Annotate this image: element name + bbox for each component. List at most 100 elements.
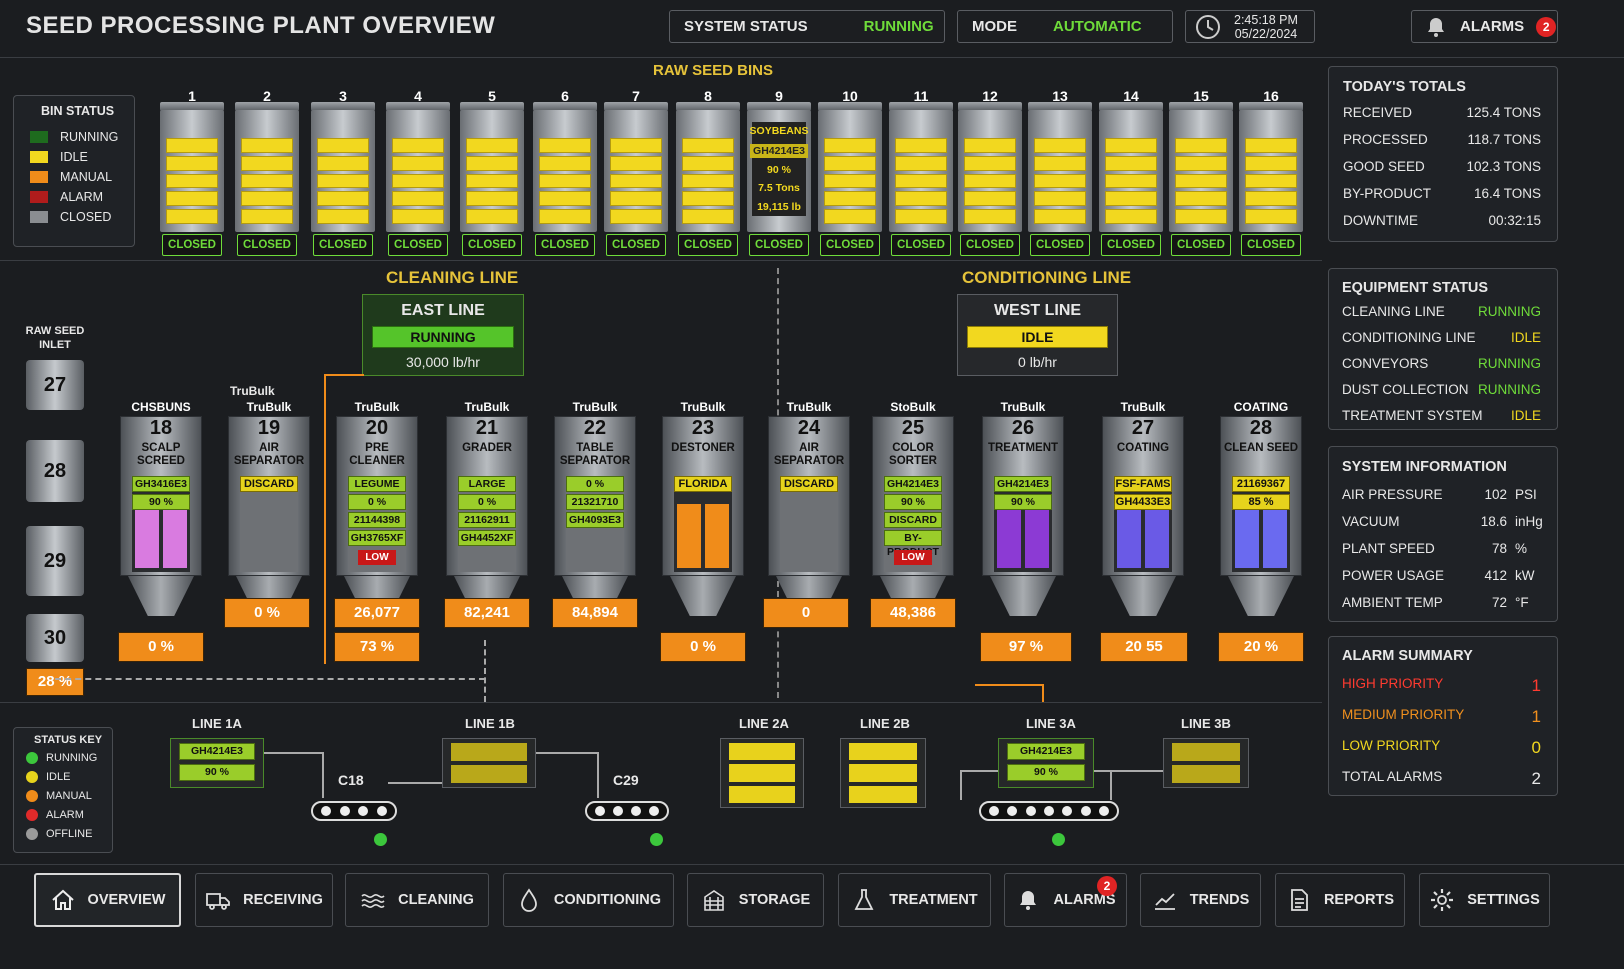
nav-receiving[interactable]: RECEIVING — [195, 873, 333, 927]
raw-seed-bins-title: RAW SEED BINS — [653, 62, 774, 79]
line-1a-box[interactable]: GH4214E3 90 % — [170, 738, 264, 788]
bin-7[interactable]: 7 CLOSED — [602, 88, 670, 256]
inlet-silo-30[interactable]: 30 — [26, 614, 84, 662]
bin-5[interactable]: 5 CLOSED — [458, 88, 526, 256]
machine-23[interactable]: TruBulk 23 DESTONER FLORIDA — [660, 400, 746, 636]
truck-icon — [206, 893, 231, 910]
alarms-header-label: ALARMS — [1460, 18, 1525, 35]
machine-output: 26,077 — [334, 598, 420, 628]
totals-row: DOWNTIME 00:32:15 — [1343, 213, 1541, 228]
bin-9-info: SOYBEANS GH4214E3 90 % 7.5 Tons 19,115 l… — [750, 122, 808, 216]
inlet-silo-27[interactable]: 27 — [26, 360, 84, 410]
nav-overview[interactable]: OVERVIEW — [34, 873, 181, 927]
bin-3[interactable]: 3 CLOSED — [309, 88, 377, 256]
line-1a-label: LINE 1A — [192, 716, 242, 731]
machine-tag: 90 % — [132, 494, 190, 510]
line-3a-box[interactable]: GH4214E3 90 % — [998, 738, 1094, 788]
totals-row: BY-PRODUCT 16.4 TONS — [1343, 186, 1541, 201]
machine-tag: LEGUME — [348, 476, 406, 492]
bin-1[interactable]: 1 CLOSED — [158, 88, 226, 256]
machine-28[interactable]: COATING 28 CLEAN SEED 21169367 85 % — [1218, 400, 1304, 636]
gear-icon — [1431, 889, 1454, 911]
bin-11[interactable]: 11 CLOSED — [887, 88, 955, 256]
bin-fill — [1245, 138, 1297, 224]
machine-tag: 90 % — [884, 494, 942, 510]
machine-tag: BY-PRODUCT — [884, 530, 942, 558]
conveyor-c18[interactable] — [311, 801, 397, 821]
bin-status: CLOSED — [162, 234, 222, 256]
bin-9[interactable]: 9 SOYBEANS GH4214E3 90 % 7.5 Tons 19,115… — [745, 88, 813, 256]
west-line-label: WEST LINE — [993, 302, 1082, 319]
bin-12[interactable]: 12 CLOSED — [956, 88, 1024, 256]
machine-26[interactable]: TruBulk 26 TREATMENT GH4214E3 90 % — [980, 400, 1066, 636]
bin-status: CLOSED — [749, 234, 809, 256]
bin-fill — [682, 138, 734, 224]
machine-tag: GH4433E3 — [1114, 494, 1172, 510]
system-information-panel: SYSTEM INFORMATION AIR PRESSURE 102 PSI VAC… — [1328, 446, 1558, 622]
bin-16[interactable]: 16 CLOSED — [1237, 88, 1305, 256]
machine-name: GRADER — [462, 442, 512, 454]
inlet-silo-28[interactable]: 28 — [26, 440, 84, 502]
east-line-card[interactable]: EAST LINE RUNNING 30,000 lb/hr — [362, 294, 524, 376]
bin-fill — [392, 138, 444, 224]
bin-13[interactable]: 13 CLOSED — [1026, 88, 1094, 256]
equipment-label: CONVEYORS — [1342, 356, 1429, 371]
machine-18[interactable]: CHSBUNS 18 SCALP SCREED GH3416E3 90 % — [118, 400, 204, 636]
machine-id: 20 — [365, 417, 389, 439]
bin-6[interactable]: 6 CLOSED — [531, 88, 599, 256]
status-dot — [26, 752, 38, 764]
bin-4[interactable]: 4 CLOSED — [384, 88, 452, 256]
machine-brand: TruBulk — [786, 400, 832, 414]
inlet-silo-29[interactable]: 29 — [26, 526, 84, 596]
bin-14[interactable]: 14 CLOSED — [1097, 88, 1165, 256]
nav-treatment-label: TREATMENT — [889, 892, 978, 908]
sysinfo-row: AMBIENT TEMP 72 °F — [1342, 595, 1541, 610]
line-3b-box[interactable] — [1163, 738, 1249, 788]
sysinfo-label: VACUUM — [1342, 514, 1400, 529]
line-2b-box[interactable] — [840, 738, 926, 808]
machine-funnel — [128, 576, 194, 616]
totals-value: 102.3 TONS — [1466, 159, 1541, 174]
sysinfo-value: 412 — [1484, 568, 1507, 583]
bin-fill — [166, 138, 218, 224]
line-2a-box[interactable] — [720, 738, 804, 808]
bin-2[interactable]: 2 CLOSED — [233, 88, 301, 256]
alarms-header-button[interactable]: ALARMS 2 — [1411, 10, 1558, 43]
machine-tag: LARGE — [458, 476, 516, 492]
nav-settings[interactable]: SETTINGS — [1419, 873, 1550, 927]
bin-8[interactable]: 8 CLOSED — [674, 88, 742, 256]
line-1b-box[interactable] — [442, 738, 536, 788]
east-line-label: EAST LINE — [401, 302, 485, 319]
status-dot — [26, 809, 38, 821]
nav-alarms[interactable]: ALARMS 2 — [1004, 873, 1127, 927]
machine-id: 19 — [257, 417, 281, 439]
low-priority-count: 0 — [1531, 738, 1541, 757]
clock-time: 2:45:18 PM — [1234, 12, 1298, 27]
bin-15[interactable]: 15 CLOSED — [1167, 88, 1235, 256]
status-key-label: MANUAL — [46, 790, 92, 802]
clock: 2:45:18 PM 05/22/2024 — [1185, 10, 1315, 43]
equipment-label: DUST COLLECTION — [1342, 382, 1469, 397]
line-1a-code: GH4214E3 — [179, 743, 255, 760]
nav-treatment[interactable]: TREATMENT — [838, 873, 991, 927]
nav-conditioning[interactable]: CONDITIONING — [503, 873, 674, 927]
machine-27[interactable]: TruBulk 27 COATING FSF-FAMS GH4433E3 — [1100, 400, 1186, 636]
nav-storage[interactable]: STORAGE — [687, 873, 824, 927]
bell-icon — [1428, 17, 1444, 37]
machine-brand: TruBulk — [354, 400, 400, 414]
nav-trends[interactable]: TRENDS — [1140, 873, 1261, 927]
nav-reports[interactable]: REPORTS — [1275, 873, 1405, 927]
bin-fill — [824, 138, 876, 224]
bin-status-legend: BIN STATUS RUNNING IDLE MANUAL ALARM CLOSED — [13, 95, 135, 247]
status-key-item: IDLE — [26, 771, 112, 783]
nav-cleaning[interactable]: CLEANING — [345, 873, 489, 927]
medium-priority-count: 1 — [1531, 707, 1541, 726]
bin-10[interactable]: 10 CLOSED — [816, 88, 884, 256]
low-priority-label: LOW PRIORITY — [1342, 738, 1441, 753]
west-line-card[interactable]: WEST LINE IDLE 0 lb/hr — [957, 294, 1118, 376]
conveyor-line-3[interactable] — [979, 801, 1119, 821]
machine-brand: TruBulk — [572, 400, 618, 414]
machine-output: 0 % — [118, 632, 204, 662]
conveyor-c29[interactable] — [585, 801, 669, 821]
totals-label: PROCESSED — [1343, 132, 1428, 147]
